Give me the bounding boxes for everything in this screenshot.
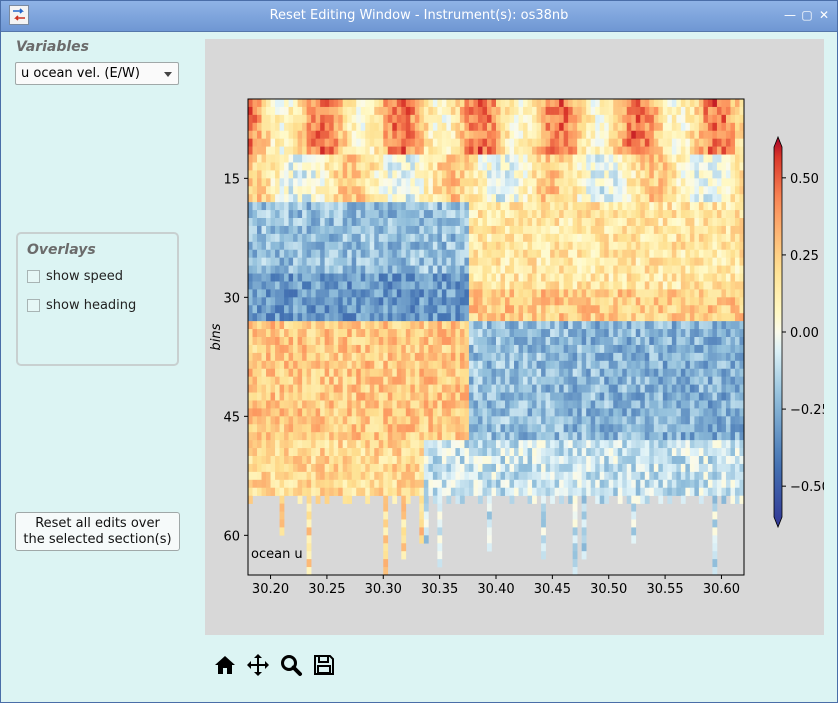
variable-select[interactable]: u ocean vel. (E/W)	[15, 62, 179, 85]
pan-icon[interactable]	[246, 653, 270, 677]
plot-canvas[interactable]: 30.20 30.25 30.30 30.35 30.40 30.45 30.50 30.55…	[205, 39, 830, 635]
colorbar-tick-label: −0.50	[790, 480, 824, 495]
reset-button-line1: Reset all edits over	[35, 516, 160, 531]
save-icon[interactable]	[312, 653, 336, 677]
y-tick-label: 60	[223, 529, 240, 544]
close-icon[interactable]: ✕	[817, 7, 831, 23]
zoom-icon[interactable]	[279, 653, 303, 677]
plot-annotation: ocean u	[251, 547, 303, 562]
reset-edits-button[interactable]: Reset all edits over the selected sectio…	[15, 512, 180, 551]
overlays-heading: Overlays	[27, 242, 96, 258]
x-tick-label: 30.20	[252, 582, 289, 597]
reset-button-line2: the selected section(s)	[23, 532, 172, 547]
variables-heading: Variables	[16, 39, 89, 55]
colorbar-tick-label: 0.25	[790, 249, 819, 264]
main-window: Reset Editing Window - Instrument(s): os…	[0, 0, 838, 703]
x-tick-label: 30.50	[590, 582, 627, 597]
colorbar	[773, 135, 783, 529]
x-tick-label: 30.25	[308, 582, 345, 597]
x-tick-label: 30.45	[534, 582, 571, 597]
x-tick-label: 30.55	[646, 582, 683, 597]
y-tick-label: 30	[223, 291, 240, 306]
y-tick-label: 15	[223, 172, 240, 187]
y-axis-label: bins	[209, 323, 224, 350]
variable-select-value: u ocean vel. (E/W)	[21, 66, 140, 81]
window-title: Reset Editing Window - Instrument(s): os…	[269, 8, 569, 23]
maximize-icon[interactable]: ▢	[800, 7, 814, 23]
title-bar: Reset Editing Window - Instrument(s): os…	[1, 1, 837, 32]
colorbar-tick-label: 0.50	[790, 172, 819, 187]
colorbar-tick-label: 0.00	[790, 326, 819, 341]
colorbar-tick-label: −0.25	[790, 403, 824, 418]
checkbox-box[interactable]	[27, 270, 40, 283]
checkbox-label: show heading	[46, 298, 137, 313]
x-tick-label: 30.40	[477, 582, 514, 597]
home-icon[interactable]	[213, 653, 237, 677]
heatmap-chart[interactable]: 30.20 30.25 30.30 30.35 30.40 30.45 30.50 30.55…	[205, 39, 830, 635]
y-tick-label: 45	[223, 410, 240, 425]
minimize-icon[interactable]: —	[783, 7, 797, 23]
checkbox-label: show speed	[46, 269, 124, 284]
x-tick-label: 30.35	[421, 582, 458, 597]
x-tick-label: 30.30	[365, 582, 402, 597]
x-tick-label: 30.60	[703, 582, 740, 597]
checkbox-box[interactable]	[27, 299, 40, 312]
chevron-down-icon	[164, 72, 172, 77]
